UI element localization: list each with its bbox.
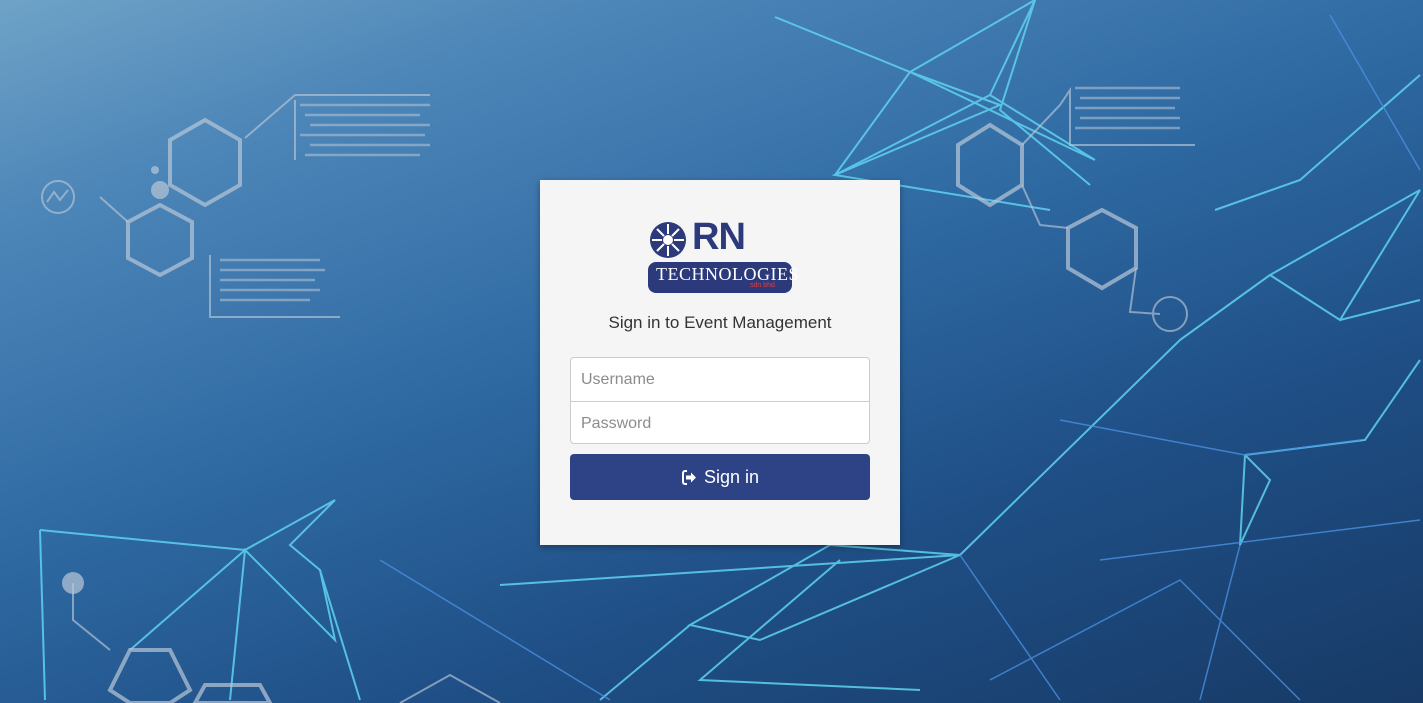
logo-subtext: sdn bhd <box>750 282 775 289</box>
login-card: RN TECHNOLOGIES sdn bhd Sign in to Event… <box>540 180 900 545</box>
logo-wordmark: RN <box>692 216 746 258</box>
logo-band-text: TECHNOLOGIES <box>656 264 799 284</box>
sign-in-button[interactable]: Sign in <box>570 454 870 500</box>
username-input[interactable] <box>571 358 869 401</box>
sign-in-label: Sign in <box>703 466 760 487</box>
credentials-group <box>570 357 870 445</box>
login-title: Sign in to Event Management <box>608 313 832 332</box>
sign-in-icon <box>681 469 696 485</box>
company-logo: RN TECHNOLOGIES sdn bhd <box>648 216 799 294</box>
password-input[interactable] <box>571 402 869 445</box>
